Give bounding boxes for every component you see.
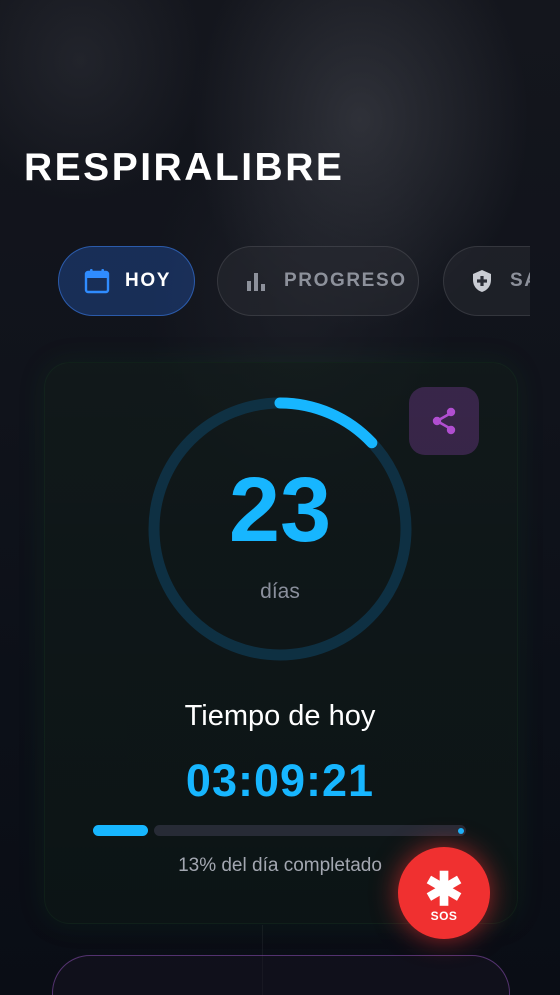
shield-plus-icon — [469, 268, 495, 294]
day-progress-end-dot — [458, 828, 464, 834]
today-timer: 03:09:21 — [185, 755, 375, 806]
app-title: RESPIRALIBRE — [24, 146, 345, 189]
days-counter: 23 — [228, 459, 332, 561]
tab-bar: HOY PROGRESO SA — [0, 244, 530, 320]
share-button[interactable] — [409, 387, 479, 455]
day-progress-track — [154, 825, 466, 836]
calendar-icon — [84, 268, 110, 294]
bar-chart-icon — [243, 268, 269, 294]
bottom-card[interactable] — [52, 955, 510, 995]
today-label: Tiempo de hoy — [184, 700, 376, 732]
day-progress-fill — [93, 825, 148, 836]
progress-ring-arc — [274, 397, 378, 449]
tab-salud-label: SA — [510, 270, 530, 291]
sos-button[interactable]: ✱ SOS — [398, 847, 490, 939]
asterisk-icon: ✱ — [424, 863, 464, 915]
share-icon — [432, 407, 456, 435]
app-screen: RESPIRALIBRE HOY PROGRESO S 23 días Tiem… — [0, 0, 560, 995]
tab-progreso-label: PROGRESO — [284, 270, 407, 291]
tab-salud[interactable]: SA — [443, 246, 530, 316]
sos-label: SOS — [430, 909, 458, 923]
days-label: días — [260, 580, 300, 603]
tab-hoy[interactable]: HOY — [58, 246, 195, 316]
tab-hoy-label: HOY — [125, 270, 171, 291]
tab-progreso[interactable]: PROGRESO — [217, 246, 419, 316]
